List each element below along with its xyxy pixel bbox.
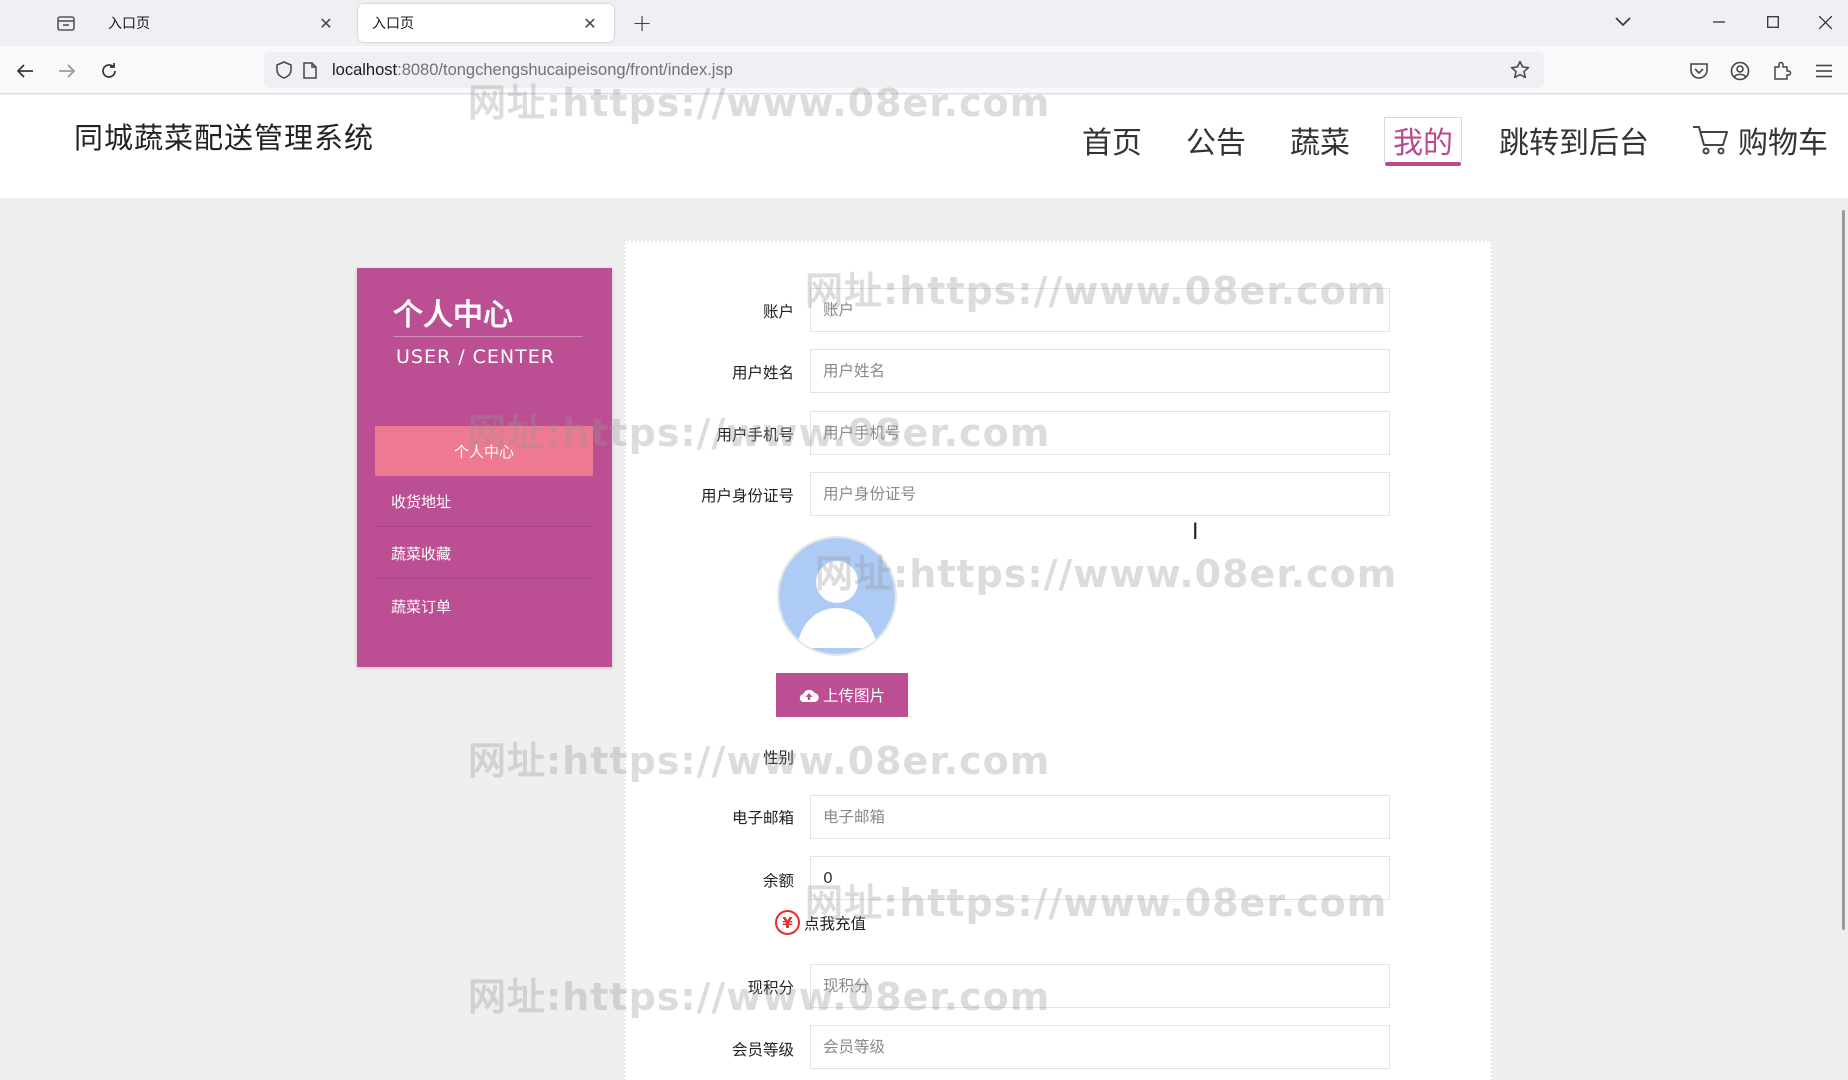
browser-nav-bar: localhost:8080/tongchengshucaipeisong/fr…: [0, 46, 1848, 94]
phone-label: 用户手机号: [716, 426, 794, 444]
points-input[interactable]: [810, 964, 1390, 1008]
nav-home[interactable]: 首页: [1082, 117, 1142, 163]
email-label: 电子邮箱: [731, 809, 794, 827]
user-center-panel: 个人中心 USER / CENTER 个人中心 收货地址 蔬菜收藏 蔬菜订单: [357, 268, 612, 667]
page-icon[interactable]: [298, 58, 322, 82]
minimize-icon[interactable]: [1703, 8, 1735, 36]
window-close-icon[interactable]: [1809, 8, 1841, 36]
pocket-icon[interactable]: [1686, 58, 1712, 84]
nav-mine[interactable]: 我的: [1384, 117, 1462, 166]
nav-vegetables[interactable]: 蔬菜: [1290, 117, 1350, 163]
id-card-input[interactable]: [810, 472, 1390, 516]
nav-cart[interactable]: 购物车: [1692, 117, 1828, 163]
cloud-upload-icon: [799, 689, 819, 703]
account-icon[interactable]: [1727, 58, 1753, 84]
account-input[interactable]: [810, 288, 1390, 332]
side-item-orders[interactable]: 蔬菜订单: [375, 581, 593, 631]
user-center-title: 个人中心: [393, 298, 513, 333]
user-center-subtitle: USER / CENTER: [396, 346, 555, 368]
new-tab-icon[interactable]: +: [628, 9, 656, 37]
upload-image-button[interactable]: 上传图片: [776, 673, 908, 717]
side-item-user-center[interactable]: 个人中心: [375, 426, 593, 476]
side-item-address[interactable]: 收货地址: [375, 477, 593, 527]
name-label: 用户姓名: [731, 364, 794, 382]
name-input[interactable]: [810, 349, 1390, 393]
browser-tab-bar: 入口页 ✕ 入口页 ✕ +: [0, 0, 1848, 46]
id-card-label: 用户身份证号: [700, 487, 794, 505]
gender-label: 性别: [762, 749, 794, 767]
site-header: 同城蔬菜配送管理系统 首页 公告 蔬菜 我的 跳转到后台 购物车: [0, 95, 1848, 198]
balance-input[interactable]: [810, 856, 1390, 900]
nav-cart-label: 购物车: [1738, 126, 1828, 161]
avatar: [777, 536, 897, 656]
close-icon[interactable]: ✕: [580, 14, 600, 33]
tab-title: 入口页: [108, 16, 150, 32]
email-input[interactable]: [810, 795, 1390, 839]
points-label: 现积分: [747, 979, 794, 997]
level-input[interactable]: [810, 1025, 1390, 1069]
star-icon[interactable]: [1508, 58, 1532, 82]
upload-image-label: 上传图片: [822, 687, 885, 705]
level-label: 会员等级: [731, 1041, 794, 1059]
url-path: :8080/tongchengshucaipeisong/front/index…: [397, 60, 733, 79]
shield-icon[interactable]: [272, 58, 296, 82]
tab-title: 入口页: [372, 16, 414, 32]
maximize-icon[interactable]: [1757, 8, 1789, 36]
url-bar[interactable]: localhost:8080/tongchengshucaipeisong/fr…: [264, 52, 1544, 88]
browser-tab[interactable]: 入口页 ✕: [94, 4, 350, 42]
balance-label: 余额: [762, 872, 794, 890]
site-title: 同城蔬菜配送管理系统: [74, 121, 375, 155]
extensions-icon[interactable]: [1769, 58, 1795, 84]
cart-icon: [1693, 126, 1728, 155]
page-scrollbar[interactable]: [1842, 210, 1845, 930]
back-icon[interactable]: [10, 56, 40, 86]
url-host: localhost: [332, 60, 398, 79]
recharge-label: 点我充值: [804, 914, 867, 933]
reload-icon[interactable]: [94, 56, 124, 86]
phone-input[interactable]: [810, 411, 1390, 455]
close-icon[interactable]: ✕: [316, 14, 336, 33]
side-item-favorites[interactable]: 蔬菜收藏: [375, 529, 593, 579]
text-cursor-icon: I: [1192, 520, 1199, 545]
divider: [393, 336, 583, 337]
browser-tab-active[interactable]: 入口页 ✕: [358, 4, 614, 42]
yen-icon: ¥: [775, 910, 800, 935]
account-label: 账户: [762, 303, 794, 321]
menu-icon[interactable]: [1811, 58, 1837, 84]
recharge-link[interactable]: ¥ 点我充值: [775, 910, 866, 935]
tab-list-icon[interactable]: [52, 11, 80, 35]
nav-notice[interactable]: 公告: [1186, 117, 1246, 163]
url-text[interactable]: localhost:8080/tongchengshucaipeisong/fr…: [332, 61, 733, 80]
forward-icon[interactable]: [52, 56, 82, 86]
chevron-down-icon[interactable]: [1607, 8, 1639, 36]
nav-admin[interactable]: 跳转到后台: [1499, 117, 1649, 163]
